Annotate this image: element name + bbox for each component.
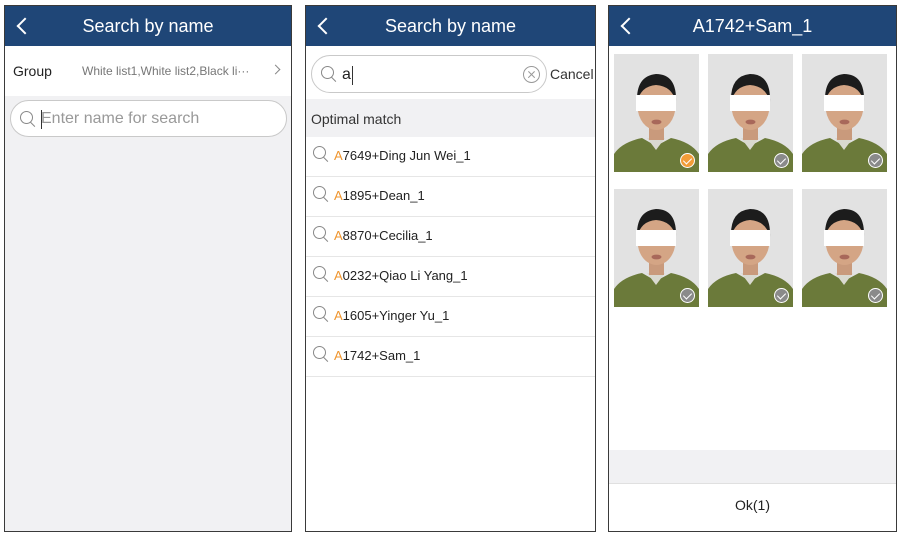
header: Search by name [5, 6, 291, 46]
result-match: A [334, 348, 343, 363]
search-icon [313, 186, 329, 202]
result-rest: 1895+Dean_1 [342, 188, 425, 203]
check-icon[interactable] [774, 153, 789, 168]
check-icon[interactable] [868, 153, 883, 168]
screen-search-results: Search by name a Cancel Optimal match A7… [305, 5, 596, 532]
check-icon[interactable] [868, 288, 883, 303]
result-match: A [334, 268, 343, 283]
result-label: A1605+Yinger Yu_1 [334, 308, 449, 323]
search-icon [321, 66, 337, 82]
result-label: A7649+Ding Jun Wei_1 [334, 148, 471, 163]
face-photo[interactable] [708, 189, 793, 307]
search-field[interactable]: a [311, 55, 547, 93]
section-label: Optimal match [311, 111, 402, 127]
result-item[interactable]: A1605+Yinger Yu_1 [306, 297, 595, 337]
result-rest: 1605+Yinger Yu_1 [342, 308, 450, 323]
page-title: Search by name [82, 16, 214, 36]
group-label: Group [13, 63, 52, 79]
group-selector[interactable]: Group White list1,White list2,Black li··… [5, 46, 291, 96]
result-match: A [334, 308, 343, 323]
face-photo[interactable] [802, 54, 887, 172]
result-match: A [334, 228, 343, 243]
cancel-button[interactable]: Cancel [550, 66, 594, 82]
screen-photo-select: A1742+Sam_1 Ok(1) [608, 5, 897, 532]
search-input[interactable] [41, 107, 276, 131]
result-rest: 8870+Cecilia_1 [342, 228, 433, 243]
result-item[interactable]: A7649+Ding Jun Wei_1 [306, 137, 595, 177]
face-photo[interactable] [614, 54, 699, 172]
chevron-right-icon [270, 64, 281, 75]
screen-search-by-name: Search by name Group White list1,White l… [4, 5, 292, 532]
search-icon [313, 346, 329, 362]
check-icon[interactable] [774, 288, 789, 303]
result-item[interactable]: A1742+Sam_1 [306, 337, 595, 377]
page-title: A1742+Sam_1 [692, 16, 813, 36]
check-icon[interactable] [680, 153, 695, 168]
result-item[interactable]: A8870+Cecilia_1 [306, 217, 595, 257]
result-item[interactable]: A1895+Dean_1 [306, 177, 595, 217]
face-photo[interactable] [802, 189, 887, 307]
group-value: White list1,White list2,Black li··· [82, 64, 250, 78]
search-field[interactable] [10, 100, 287, 137]
search-icon [313, 226, 329, 242]
result-rest: 1742+Sam_1 [342, 348, 421, 363]
bottom-spacer [609, 450, 896, 483]
results-list: A7649+Ding Jun Wei_1 A1895+Dean_1 A8870+… [306, 137, 595, 377]
ok-button[interactable]: Ok(1) [609, 483, 896, 531]
result-label: A8870+Cecilia_1 [334, 228, 433, 243]
search-input[interactable]: a [342, 66, 351, 84]
header: Search by name [306, 6, 595, 46]
result-label: A0232+Qiao Li Yang_1 [334, 268, 468, 283]
header: A1742+Sam_1 [609, 6, 896, 46]
search-icon [313, 306, 329, 322]
result-label: A1742+Sam_1 [334, 348, 420, 363]
section-header: Optimal match [306, 99, 595, 137]
face-photo[interactable] [708, 54, 793, 172]
clear-icon[interactable] [523, 66, 540, 83]
face-photo[interactable] [614, 189, 699, 307]
search-icon [20, 111, 36, 127]
result-rest: 0232+Qiao Li Yang_1 [342, 268, 468, 283]
search-icon [313, 146, 329, 162]
result-match: A [334, 188, 343, 203]
page-title: Search by name [384, 16, 517, 36]
text-cursor [352, 66, 353, 85]
check-icon[interactable] [680, 288, 695, 303]
result-label: A1895+Dean_1 [334, 188, 425, 203]
search-icon [313, 266, 329, 282]
result-rest: 7649+Ding Jun Wei_1 [342, 148, 471, 163]
result-item[interactable]: A0232+Qiao Li Yang_1 [306, 257, 595, 297]
result-match: A [334, 148, 343, 163]
